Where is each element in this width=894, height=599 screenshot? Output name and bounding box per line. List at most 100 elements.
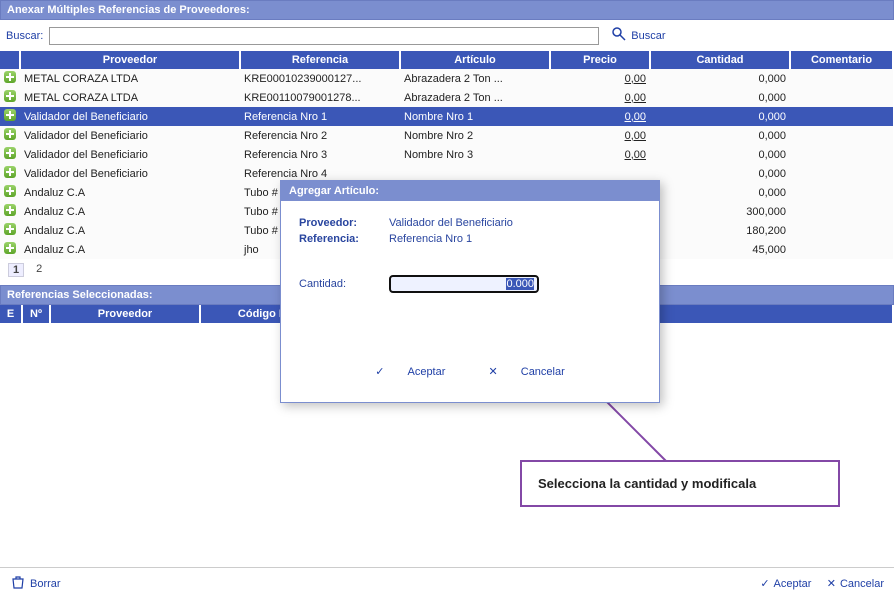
cell-cantidad: 0,000 [650, 69, 790, 88]
pager-page-1[interactable]: 1 [8, 263, 24, 277]
search-button-label: Buscar [631, 30, 665, 42]
cell-cantidad: 0,000 [650, 164, 790, 183]
col-icon [0, 51, 20, 69]
table-row[interactable]: METAL CORAZA LTDAKRE00010239000127...Abr… [0, 69, 893, 88]
cell-comentario [790, 126, 893, 145]
cell-proveedor: METAL CORAZA LTDA [20, 88, 240, 107]
search-row: Buscar: Buscar [0, 20, 894, 51]
cell-comentario [790, 107, 893, 126]
add-row-icon[interactable] [0, 183, 20, 202]
cell-articulo: Nombre Nro 1 [400, 107, 550, 126]
dialog-title: Agregar Artículo: [281, 181, 659, 201]
cell-cantidad: 0,000 [650, 183, 790, 202]
footer-cancel-label: Cancelar [840, 578, 884, 590]
x-icon: ✕ [827, 577, 836, 590]
grid-header-row: Proveedor Referencia Artículo Precio Can… [0, 51, 893, 69]
cell-cantidad: 0,000 [650, 126, 790, 145]
cell-proveedor: Andaluz C.A [20, 240, 240, 259]
cell-referencia: KRE00110079001278... [240, 88, 400, 107]
scol-proveedor[interactable]: Proveedor [50, 305, 200, 323]
dialog-referencia-value: Referencia Nro 1 [389, 233, 472, 245]
add-row-icon[interactable] [0, 126, 20, 145]
col-referencia[interactable]: Referencia [240, 51, 400, 69]
cell-proveedor: Validador del Beneficiario [20, 164, 240, 183]
table-row[interactable]: METAL CORAZA LTDAKRE00110079001278...Abr… [0, 88, 893, 107]
dialog-accept-label: Aceptar [407, 366, 445, 378]
add-row-icon[interactable] [0, 221, 20, 240]
check-icon: ✓ [760, 577, 769, 590]
col-precio[interactable]: Precio [550, 51, 650, 69]
cell-precio[interactable]: 0,00 [550, 107, 650, 126]
cell-proveedor: Validador del Beneficiario [20, 107, 240, 126]
cell-cantidad: 0,000 [650, 88, 790, 107]
add-row-icon[interactable] [0, 164, 20, 183]
dialog-cantidad-input[interactable] [389, 275, 539, 293]
cell-precio[interactable]: 0,00 [550, 69, 650, 88]
cell-comentario [790, 240, 893, 259]
cell-precio[interactable]: 0,00 [550, 145, 650, 164]
cell-precio[interactable]: 0,00 [550, 88, 650, 107]
cell-proveedor: Andaluz C.A [20, 183, 240, 202]
cell-comentario [790, 145, 893, 164]
cell-cantidad: 0,000 [650, 107, 790, 126]
cell-comentario [790, 202, 893, 221]
cell-proveedor: Andaluz C.A [20, 221, 240, 240]
footer-cancel-button[interactable]: ✕ Cancelar [827, 577, 884, 590]
add-row-icon[interactable] [0, 107, 20, 126]
cell-comentario [790, 221, 893, 240]
scol-n[interactable]: Nº [22, 305, 50, 323]
col-proveedor[interactable]: Proveedor [20, 51, 240, 69]
footer-accept-label: Aceptar [774, 578, 812, 590]
cell-comentario [790, 183, 893, 202]
dialog-cantidad-label: Cantidad: [299, 278, 389, 290]
delete-button[interactable]: Borrar [10, 574, 61, 593]
add-row-icon[interactable] [0, 240, 20, 259]
pager-page-2[interactable]: 2 [36, 263, 42, 277]
col-cantidad[interactable]: Cantidad [650, 51, 790, 69]
footer-accept-button[interactable]: ✓ Aceptar [760, 577, 811, 590]
x-icon: ✕ [488, 366, 497, 378]
cell-referencia: KRE00010239000127... [240, 69, 400, 88]
dialog-referencia-label: Referencia: [299, 233, 389, 245]
table-row[interactable]: Validador del BeneficiarioReferencia Nro… [0, 107, 893, 126]
check-icon: ✓ [375, 366, 384, 378]
cell-comentario [790, 69, 893, 88]
cell-cantidad: 45,000 [650, 240, 790, 259]
cell-precio[interactable]: 0,00 [550, 126, 650, 145]
cell-cantidad: 180,200 [650, 221, 790, 240]
col-articulo[interactable]: Artículo [400, 51, 550, 69]
cell-proveedor: Andaluz C.A [20, 202, 240, 221]
cell-cantidad: 0,000 [650, 145, 790, 164]
dialog-proveedor-label: Proveedor: [299, 217, 389, 229]
cell-comentario [790, 88, 893, 107]
table-row[interactable]: Validador del BeneficiarioReferencia Nro… [0, 145, 893, 164]
search-button[interactable]: Buscar [611, 26, 665, 45]
add-row-icon[interactable] [0, 69, 20, 88]
scol-e[interactable]: E [0, 305, 22, 323]
dialog-cancel-button[interactable]: ✕ Cancelar [478, 366, 574, 378]
cell-proveedor: Validador del Beneficiario [20, 145, 240, 164]
search-icon [611, 26, 627, 45]
cell-cantidad: 300,000 [650, 202, 790, 221]
cell-articulo: Nombre Nro 3 [400, 145, 550, 164]
add-row-icon[interactable] [0, 145, 20, 164]
cell-articulo: Nombre Nro 2 [400, 126, 550, 145]
col-comentario[interactable]: Comentario [790, 51, 893, 69]
dialog-accept-button[interactable]: ✓ Aceptar [365, 366, 458, 378]
cell-comentario [790, 164, 893, 183]
cell-referencia: Referencia Nro 1 [240, 107, 400, 126]
search-label: Buscar: [6, 30, 43, 42]
dialog-cancel-label: Cancelar [521, 366, 565, 378]
cell-proveedor: METAL CORAZA LTDA [20, 69, 240, 88]
cell-referencia: Referencia Nro 2 [240, 126, 400, 145]
cell-articulo: Abrazadera 2 Ton ... [400, 69, 550, 88]
add-row-icon[interactable] [0, 202, 20, 221]
annotation-callout: Selecciona la cantidad y modificala [520, 460, 840, 507]
search-input[interactable] [49, 27, 599, 45]
cell-articulo: Abrazadera 2 Ton ... [400, 88, 550, 107]
table-row[interactable]: Validador del BeneficiarioReferencia Nro… [0, 126, 893, 145]
trash-icon [10, 574, 26, 593]
add-row-icon[interactable] [0, 88, 20, 107]
cell-referencia: Referencia Nro 3 [240, 145, 400, 164]
cell-proveedor: Validador del Beneficiario [20, 126, 240, 145]
